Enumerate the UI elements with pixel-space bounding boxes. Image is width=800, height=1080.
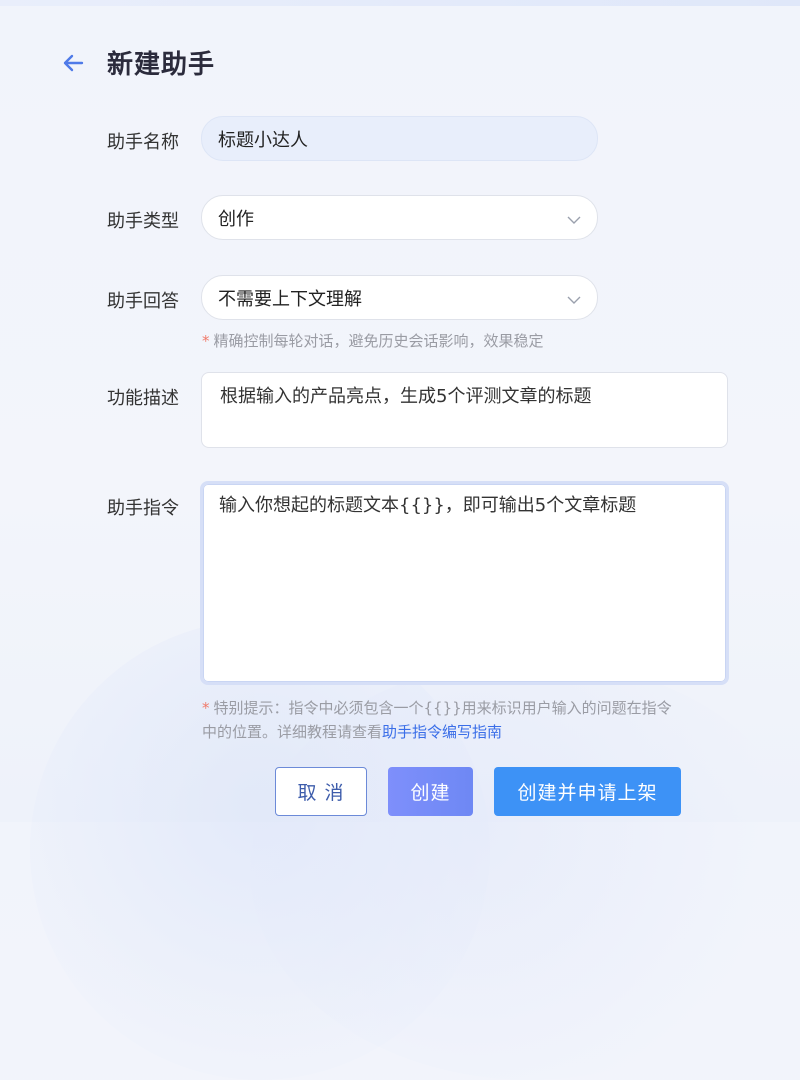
instruction-guide-link[interactable]: 助手指令编写指南 — [382, 723, 502, 741]
arrow-left-icon[interactable] — [60, 50, 86, 76]
create-button[interactable]: 创建 — [388, 767, 473, 816]
name-input[interactable]: 标题小达人 — [201, 116, 598, 161]
top-strip — [0, 0, 800, 6]
chevron-down-icon — [567, 291, 581, 305]
instruction-hint: * 特别提示：指令中必须包含一个{{}}用来标识用户输入的问题在指令 中的位置。详… — [202, 696, 742, 744]
name-input-value: 标题小达人 — [218, 129, 308, 151]
instruction-hint-line2: 中的位置。详细教程请查看助手指令编写指南 — [202, 720, 742, 744]
answer-select[interactable]: 不需要上下文理解 — [201, 275, 598, 320]
instruction-hint-text-1: 特别提示：指令中必须包含一个{{}}用来标识用户输入的问题在指令 — [213, 699, 672, 717]
answer-label: 助手回答 — [107, 291, 179, 312]
answer-hint: * 精确控制每轮对话，避免历史会话影响，效果稳定 — [202, 329, 544, 353]
create-and-publish-button[interactable]: 创建并申请上架 — [494, 767, 681, 816]
cancel-button[interactable]: 取 消 — [275, 767, 367, 816]
instruction-textarea[interactable]: 输入你想起的标题文本{{}}，即可输出5个文章标题 — [200, 481, 729, 685]
name-label: 助手名称 — [107, 132, 179, 153]
page-title: 新建助手 — [107, 50, 216, 80]
answer-hint-text: 精确控制每轮对话，避免历史会话影响，效果稳定 — [213, 332, 544, 350]
instruction-hint-text-2: 中的位置。详细教程请查看 — [202, 723, 383, 741]
answer-select-value: 不需要上下文理解 — [218, 288, 362, 310]
description-textarea[interactable]: 根据输入的产品亮点，生成5个评测文章的标题 — [201, 372, 728, 448]
instruction-value: 输入你想起的标题文本{{}}，即可输出5个文章标题 — [219, 495, 637, 516]
type-label: 助手类型 — [107, 211, 179, 232]
page-header: 新建助手 — [60, 44, 215, 81]
chevron-down-icon — [567, 211, 581, 225]
type-select-value: 创作 — [218, 208, 254, 230]
type-select[interactable]: 创作 — [201, 195, 598, 240]
instruction-hint-line1: * 特别提示：指令中必须包含一个{{}}用来标识用户输入的问题在指令 — [202, 696, 742, 720]
instruction-label: 助手指令 — [107, 498, 179, 519]
hint-star: * — [202, 699, 210, 717]
hint-star: * — [202, 332, 210, 350]
description-value: 根据输入的产品亮点，生成5个评测文章的标题 — [220, 386, 592, 407]
description-label: 功能描述 — [107, 388, 179, 409]
